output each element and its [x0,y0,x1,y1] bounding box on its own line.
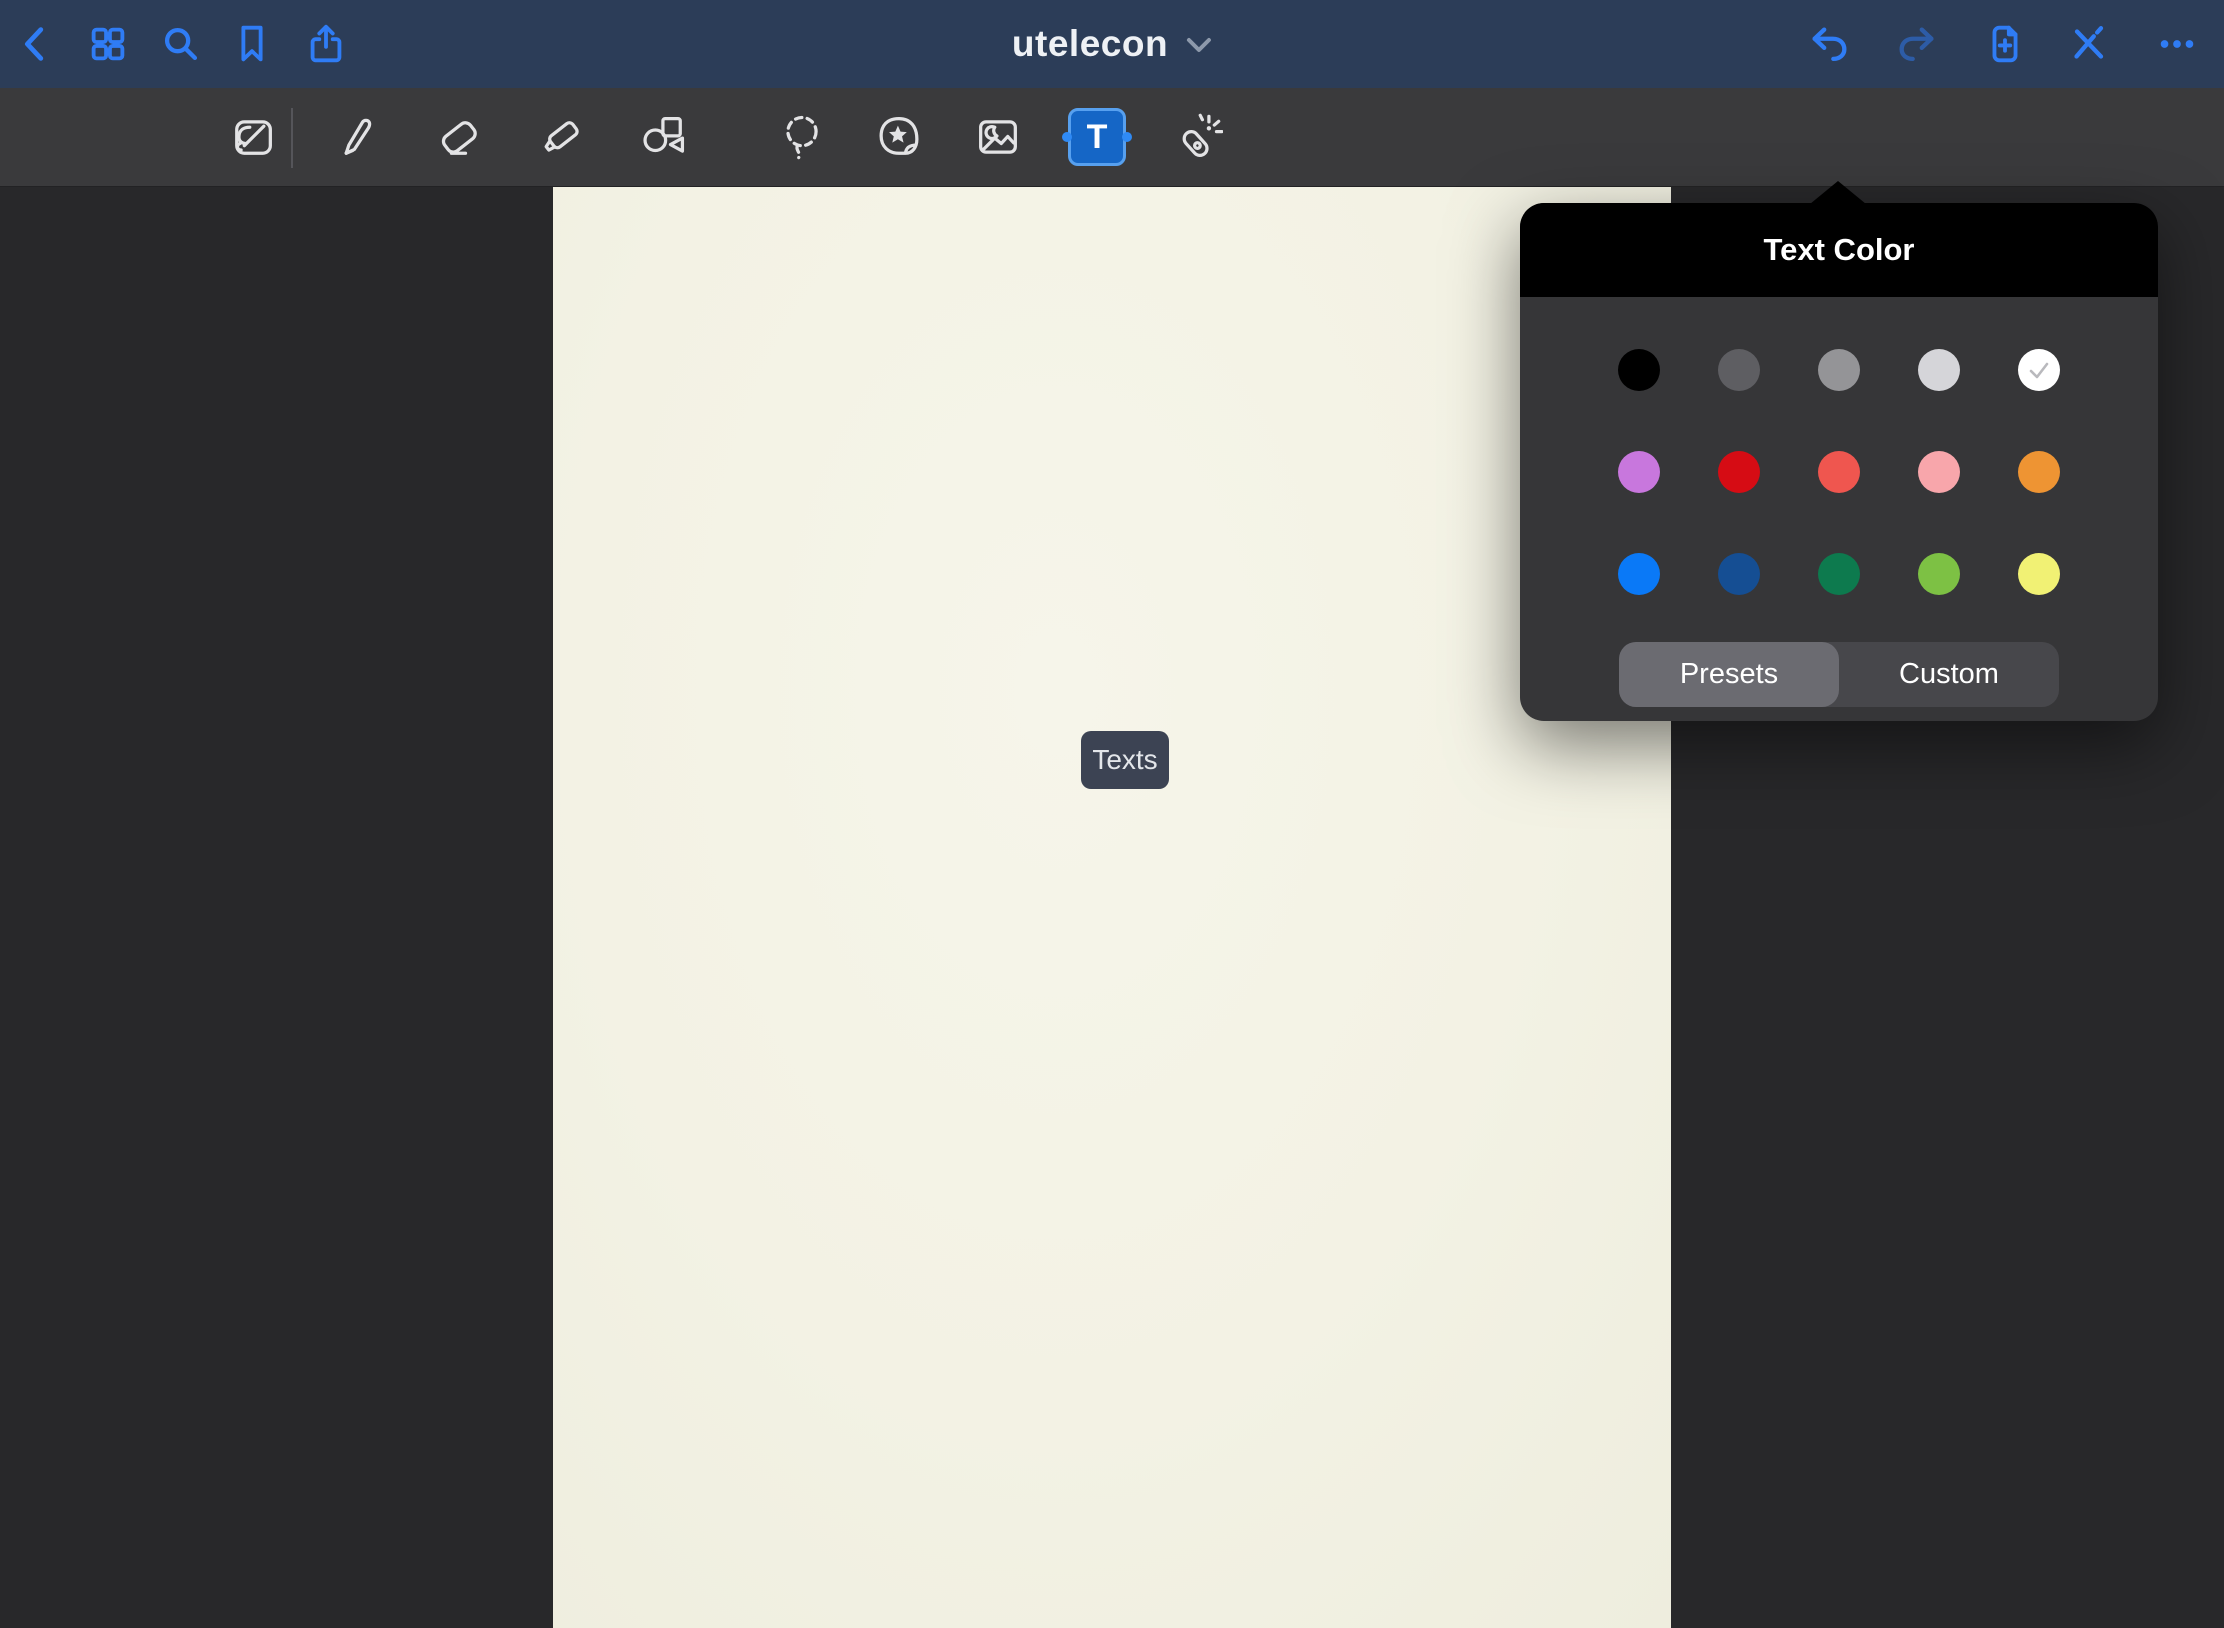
add-page-icon[interactable] [1979,18,2031,70]
redo-icon[interactable] [1891,18,1943,70]
text-tool-active[interactable]: T [1068,108,1126,166]
undo-icon[interactable] [1803,18,1855,70]
top-navigation-bar: utelecon [0,0,2224,88]
text-color-popover: Text Color PresetsCustom [1520,203,2158,721]
color-swatch-purple[interactable] [1618,451,1660,493]
shapes-tool[interactable] [636,109,692,165]
popover-title: Text Color [1764,232,1915,268]
checkmark-icon [2026,357,2052,383]
color-swatch-yellow[interactable] [2018,553,2060,595]
document-title-dropdown[interactable]: utelecon [1012,23,1212,65]
tools-toolbar: T HiraginoSans-... 16 [0,88,2224,187]
selected-text-object[interactable]: Texts [1081,731,1169,789]
search-icon[interactable] [155,18,207,70]
color-swatch-grid [1520,297,2158,595]
selection-handle-left [1062,132,1072,142]
laser-pointer-tool[interactable] [1169,109,1225,165]
pen-off-icon[interactable] [2063,18,2115,70]
pages-grid-icon[interactable] [82,18,134,70]
more-icon[interactable] [2151,18,2203,70]
highlighter-tool[interactable] [534,109,590,165]
chevron-down-icon [1186,37,1212,58]
color-swatch-dark-gray[interactable] [1718,349,1760,391]
tab-custom[interactable]: Custom [1839,642,2059,707]
selected-text-label: Texts [1092,744,1157,776]
color-swatch-orange[interactable] [2018,451,2060,493]
share-icon[interactable] [300,18,352,70]
color-swatch-red[interactable] [1718,451,1760,493]
eraser-tool[interactable] [431,109,487,165]
color-swatch-navy[interactable] [1718,553,1760,595]
document-title: utelecon [1012,23,1168,65]
color-swatch-pink[interactable] [1918,451,1960,493]
bookmark-icon[interactable] [226,18,278,70]
selection-handle-right [1122,132,1132,142]
tab-presets[interactable]: Presets [1619,642,1839,707]
color-swatch-lime[interactable] [1918,553,1960,595]
color-swatch-light-gray[interactable] [1918,349,1960,391]
color-swatch-white[interactable] [2018,349,2060,391]
back-icon[interactable] [10,18,62,70]
toolbar-divider [291,108,293,168]
lasso-tool[interactable] [774,109,830,165]
color-swatch-gray[interactable] [1818,349,1860,391]
pen-tool[interactable] [329,109,385,165]
popover-header: Text Color [1520,203,2158,297]
read-mode-tool[interactable] [225,109,281,165]
goodnotes-app: utelecon [0,0,2224,1628]
color-swatch-black[interactable] [1618,349,1660,391]
text-tool-glyph: T [1087,118,1108,157]
stickers-tool[interactable] [871,109,927,165]
color-swatch-green[interactable] [1818,553,1860,595]
color-swatch-blue[interactable] [1618,553,1660,595]
image-tool[interactable] [970,109,1026,165]
page-canvas[interactable] [553,187,1671,1628]
presets-custom-segment: PresetsCustom [1619,642,2059,707]
color-swatch-coral[interactable] [1818,451,1860,493]
